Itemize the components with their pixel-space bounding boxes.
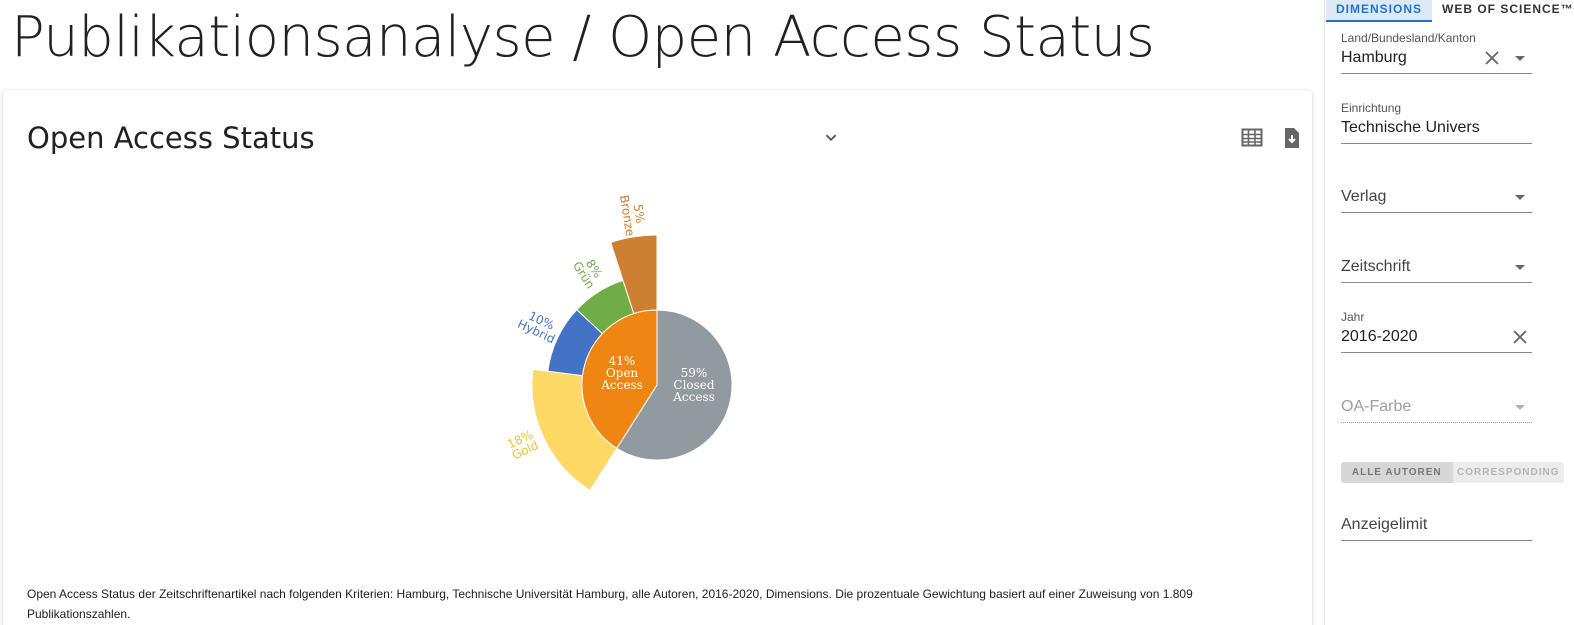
- oa-farbe-placeholder: OA-Farbe: [1341, 398, 1412, 415]
- close-icon[interactable]: [1513, 330, 1527, 344]
- anzeigelimit-field[interactable]: Anzeigelimit: [1341, 516, 1532, 542]
- jahr-value: 2016-2020: [1341, 328, 1418, 345]
- land-value: Hamburg: [1341, 49, 1407, 66]
- sunburst-label-hybrid: 10%Hybrid: [515, 309, 557, 347]
- page-title: Publikationsanalyse / Open Access Status: [11, 5, 1155, 70]
- chart-card: Open Access Status 18% Gold 10% Hybrid 8% Grü…: [3, 90, 1312, 625]
- einrichtung-field[interactable]: Einrichtung Technische Univers: [1341, 101, 1532, 145]
- open-access-label: Access: [600, 378, 643, 392]
- tab-web-of-science[interactable]: WEB OF SCIENCE™: [1432, 0, 1574, 22]
- oa-farbe-underline: [1341, 422, 1532, 423]
- sunburst-chart: 18%Gold10%Hybrid8%Grün5%Bronze41%OpenAcc…: [505, 194, 733, 492]
- close-icon[interactable]: [1485, 51, 1499, 65]
- land-label: Land/Bundesland/Kanton: [1341, 31, 1476, 45]
- tab-dimensions[interactable]: DIMENSIONS: [1326, 0, 1433, 22]
- source-tabs: DIMENSIONS WEB OF SCIENCE™: [1326, 0, 1574, 22]
- dropdown-arrow-icon[interactable]: [1515, 56, 1525, 61]
- anzeigelimit-underline: [1341, 540, 1532, 541]
- chart-caption: Open Access Status der Zeitschriftenarti…: [27, 587, 1193, 621]
- dropdown-arrow-icon[interactable]: [1515, 405, 1525, 410]
- jahr-label: Jahr: [1341, 310, 1365, 324]
- author-toggle: ALLE AUTOREN CORRESPONDING: [1341, 462, 1564, 483]
- land-field[interactable]: Land/Bundesland/Kanton Hamburg: [1341, 31, 1532, 75]
- einrichtung-value: Technische Univers: [1341, 119, 1480, 136]
- sunburst-label-bronze: 5%Bronze: [617, 194, 647, 237]
- sunburst-label-gold: 18%Gold: [505, 427, 541, 462]
- zeitschrift-underline: [1341, 282, 1532, 283]
- sunburst-label-grün: 8%Grün: [570, 257, 605, 291]
- verlag-field[interactable]: Verlag: [1341, 188, 1532, 214]
- oa-farbe-field[interactable]: OA-Farbe: [1341, 398, 1532, 424]
- land-underline: [1341, 73, 1532, 74]
- verlag-underline: [1341, 212, 1532, 213]
- toggle-corresponding[interactable]: CORRESPONDING: [1453, 462, 1565, 483]
- verlag-placeholder: Verlag: [1341, 188, 1387, 205]
- closed-access-label: Access: [672, 390, 715, 404]
- einrichtung-label: Einrichtung: [1341, 101, 1402, 115]
- anzeigelimit-placeholder: Anzeigelimit: [1341, 516, 1428, 533]
- jahr-field[interactable]: Jahr 2016-2020: [1341, 310, 1532, 354]
- jahr-underline: [1341, 352, 1532, 353]
- toggle-alle-autoren[interactable]: ALLE AUTOREN: [1341, 462, 1453, 483]
- dropdown-arrow-icon[interactable]: [1515, 265, 1525, 270]
- zeitschrift-field[interactable]: Zeitschrift: [1341, 258, 1532, 284]
- dropdown-arrow-icon[interactable]: [1515, 195, 1525, 200]
- einrichtung-underline: [1341, 143, 1532, 144]
- sunburst-label-name: Bronze: [617, 194, 637, 237]
- zeitschrift-placeholder: Zeitschrift: [1341, 258, 1411, 275]
- filter-sidebar: DIMENSIONS WEB OF SCIENCE™ Land/Bundesla…: [1324, 0, 1574, 625]
